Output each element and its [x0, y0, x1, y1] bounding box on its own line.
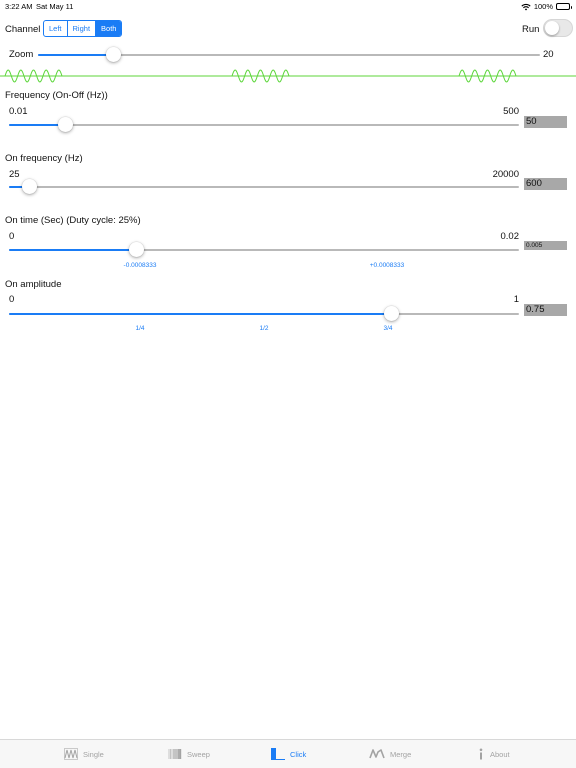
on-frequency-min: 25 — [9, 169, 20, 180]
frequency-label: Frequency (On-Off (Hz)) — [5, 90, 108, 101]
channel-segmented-control: Left Right Both — [43, 20, 123, 37]
on-frequency-slider-track[interactable] — [9, 186, 519, 188]
single-wave-icon — [64, 748, 78, 760]
on-amplitude-min: 0 — [9, 294, 15, 305]
tab-merge-label: Merge — [390, 749, 412, 759]
on-time-slider-thumb[interactable] — [129, 242, 144, 257]
frequency-slider-fill — [9, 124, 66, 126]
battery-percent: 100% — [533, 2, 553, 11]
info-icon — [479, 748, 483, 760]
on-frequency-value-field[interactable]: 600 — [524, 178, 567, 190]
channel-label: Channel — [5, 24, 41, 35]
frequency-min: 0.01 — [9, 106, 28, 117]
on-amplitude-slider-thumb[interactable] — [384, 306, 399, 321]
on-frequency-label: On frequency (Hz) — [5, 153, 83, 164]
zoom-label: Zoom — [9, 49, 34, 60]
run-toggle-knob — [545, 21, 559, 35]
on-time-value-field[interactable]: 0.005 — [524, 241, 567, 250]
zoom-value: 20 — [543, 49, 554, 60]
on-time-tick-minus[interactable]: -0.0008333 — [124, 262, 157, 269]
frequency-slider-track[interactable] — [9, 124, 519, 126]
click-pulse-icon — [271, 748, 285, 760]
merge-wave-icon — [369, 749, 385, 759]
status-date: Sat May 11 — [36, 2, 74, 11]
frequency-slider-thumb[interactable] — [57, 117, 73, 132]
on-amplitude-max: 1 — [513, 294, 519, 305]
channel-both-button[interactable]: Both — [96, 21, 122, 36]
on-frequency-max: 20000 — [492, 169, 519, 180]
on-amplitude-value-field[interactable]: 0.75 — [524, 304, 567, 316]
on-amplitude-slider-fill — [9, 313, 392, 315]
on-time-tick-plus[interactable]: +0.0008333 — [370, 262, 405, 269]
zoom-slider-fill — [38, 54, 114, 56]
waveform-display — [0, 69, 576, 83]
run-toggle[interactable] — [543, 19, 573, 37]
on-time-min: 0 — [9, 231, 15, 242]
zoom-slider-thumb[interactable] — [105, 47, 121, 62]
battery-icon — [556, 3, 572, 10]
tab-click[interactable]: Click — [271, 748, 306, 760]
on-time-max: 0.02 — [500, 231, 520, 242]
frequency-max: 500 — [503, 106, 519, 117]
status-right: 100% — [521, 2, 572, 11]
tab-merge[interactable]: Merge — [369, 748, 411, 760]
on-amplitude-label: On amplitude — [5, 279, 62, 290]
tab-bar: Single Sweep Click Merge About — [0, 739, 576, 768]
wifi-icon — [521, 3, 531, 10]
tab-sweep-label: Sweep — [187, 749, 210, 759]
tab-about-label: About — [490, 749, 510, 759]
tab-sweep[interactable]: Sweep — [168, 748, 210, 760]
status-bar: 3:22 AM Sat May 11 100% — [0, 0, 576, 12]
amplitude-tick-three-quarters[interactable]: 3/4 — [383, 325, 392, 332]
amplitude-tick-quarter[interactable]: 1/4 — [135, 325, 144, 332]
amplitude-tick-half[interactable]: 1/2 — [259, 325, 268, 332]
on-frequency-slider-thumb[interactable] — [21, 179, 37, 194]
on-time-label: On time (Sec) (Duty cycle: 25%) — [5, 215, 141, 226]
on-amplitude-slider-track[interactable] — [9, 313, 519, 315]
tab-click-label: Click — [290, 749, 307, 759]
run-label: Run — [522, 24, 540, 35]
sweep-icon — [168, 749, 182, 759]
channel-left-button[interactable]: Left — [44, 21, 68, 36]
tab-single-label: Single — [83, 749, 104, 759]
frequency-value-field[interactable]: 50 — [524, 116, 567, 128]
tab-single[interactable]: Single — [64, 748, 104, 760]
on-time-slider-track[interactable] — [9, 249, 519, 251]
tab-about[interactable]: About — [477, 748, 510, 760]
status-time: 3:22 AM — [5, 2, 33, 11]
on-time-slider-fill — [9, 249, 137, 251]
channel-right-button[interactable]: Right — [68, 21, 97, 36]
